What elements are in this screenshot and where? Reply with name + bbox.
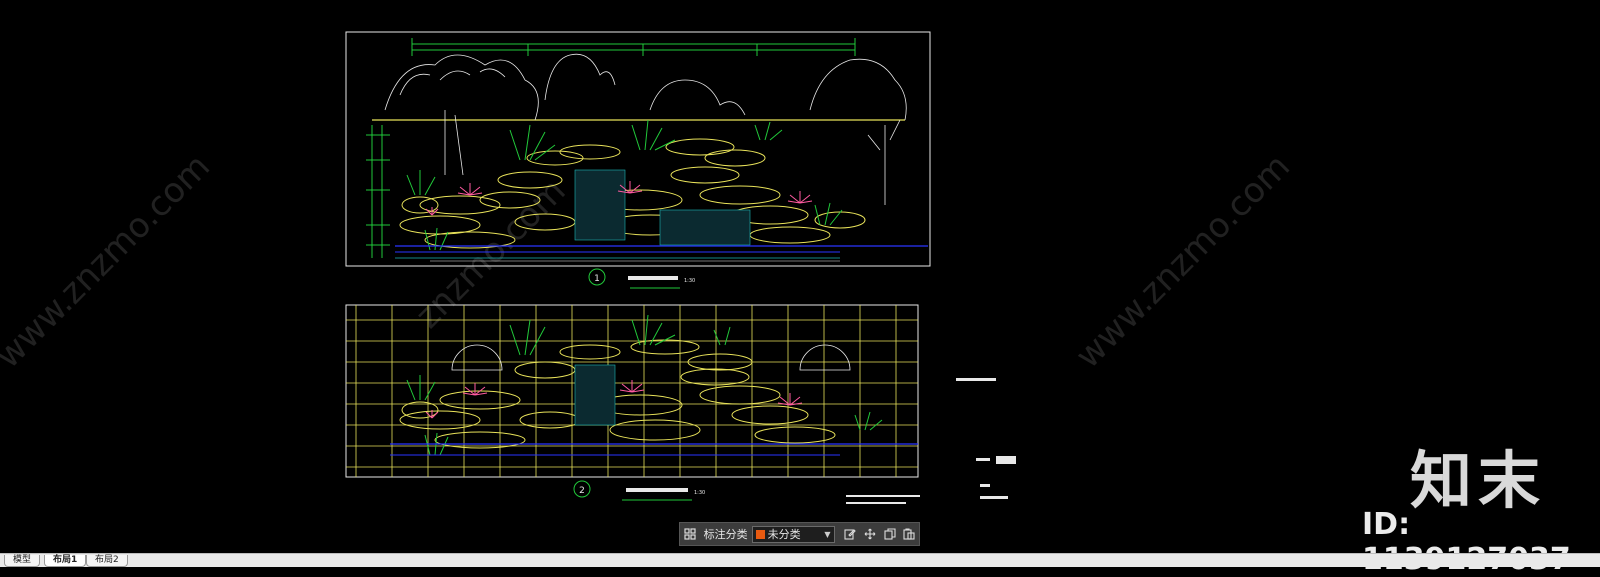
view-1-scale: 1:30 (684, 278, 695, 284)
paste-icon[interactable] (899, 523, 919, 545)
tab-model[interactable]: 模型 (4, 555, 41, 567)
view-1-number: 1 (594, 274, 600, 284)
chevron-down-icon: ▼ (824, 529, 831, 539)
annotation-toolbar: 标注分类 未分类 ▼ (679, 522, 920, 546)
move-icon[interactable] (860, 523, 880, 545)
tab-layout-1[interactable]: 布局1 (44, 555, 87, 567)
grid-icon[interactable] (680, 523, 700, 545)
elevation-view-1: 1 1:30 (345, 31, 931, 289)
svg-text:www.znzmo.com: www.znzmo.com (0, 146, 218, 376)
category-color-swatch (755, 529, 765, 539)
svg-text:www.znzmo.com: www.znzmo.com (1068, 146, 1298, 376)
view-2-scale: 1:30 (694, 490, 705, 496)
copy-icon[interactable] (880, 523, 900, 545)
view-2-number: 2 (579, 486, 585, 496)
annotation-category-label: 标注分类 (703, 528, 748, 541)
cad-drawing-canvas[interactable]: www.znzmo.com www.znzmo.com znzmo.com 1 … (0, 0, 1600, 553)
cad-drawing: www.znzmo.com www.znzmo.com znzmo.com 1 … (0, 31, 1298, 504)
edit-icon[interactable] (841, 523, 861, 545)
diagonal-watermark: www.znzmo.com www.znzmo.com znzmo.com (0, 146, 1298, 376)
title-block (846, 378, 1016, 504)
svg-text:znzmo.com: znzmo.com (408, 171, 573, 336)
annotation-category-select[interactable]: 未分类 ▼ (751, 525, 835, 543)
layout-tabbar: 模型 布局1 布局2 (0, 553, 1600, 567)
elevation-view-2: 2 1:30 (345, 304, 919, 501)
selected-category: 未分类 (767, 528, 801, 541)
tab-layout-2[interactable]: 布局2 (86, 555, 128, 567)
